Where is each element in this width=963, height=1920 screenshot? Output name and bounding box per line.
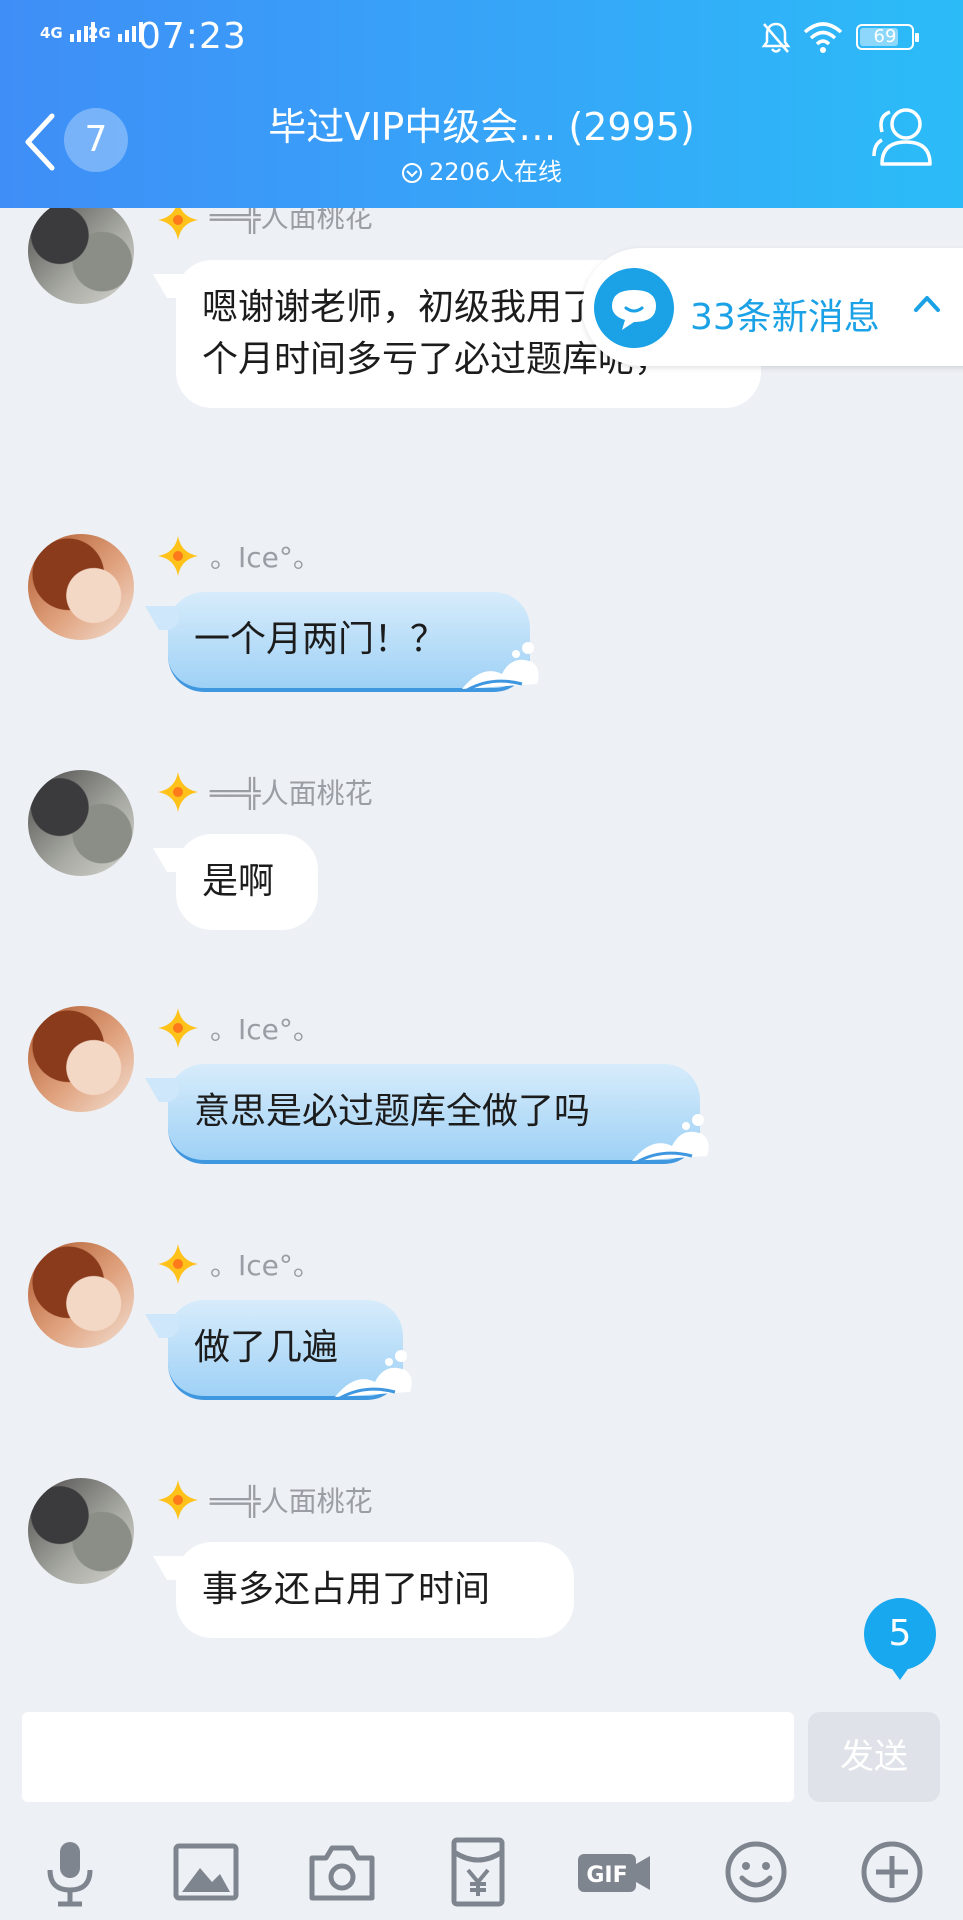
network-4g-label: 4G: [40, 24, 63, 42]
unread-count-badge: 7: [64, 108, 128, 172]
message-bubble[interactable]: 一个月两门！？: [168, 592, 539, 692]
chevron-up-icon: [914, 296, 940, 312]
member-badge-icon: [158, 208, 198, 240]
message-bubble[interactable]: 是啊: [176, 834, 318, 930]
emoji-icon[interactable]: [716, 1832, 796, 1912]
sender-name: ══╬人面桃花: [210, 1485, 373, 1518]
chevron-left-icon: [25, 113, 55, 171]
chat-header: 4G 2G 07:23 69 7 毕过VIP中级会… (2995) 2206人在…: [0, 0, 963, 208]
sender-name: 。Ice°。: [210, 541, 321, 574]
message-list[interactable]: ══╬人面桃花 嗯谢谢老师，初级我用了不到一个月时间多亏了必过题库呢， 。Ice…: [0, 208, 963, 1700]
message-text: 一个月两门！？: [194, 619, 447, 660]
unread-below-badge[interactable]: 5: [864, 1598, 936, 1680]
mute-bell-icon: [761, 22, 791, 53]
message-bubble[interactable]: 事多还占用了时间: [176, 1542, 574, 1638]
sender-name: ══╬人面桃花: [210, 777, 373, 810]
message-bubble[interactable]: 做了几遍: [168, 1300, 412, 1400]
camera-icon[interactable]: [302, 1832, 382, 1912]
sender-name: 。Ice°。: [210, 1249, 321, 1282]
image-icon[interactable]: [166, 1832, 246, 1912]
member-badge-icon: [158, 1480, 198, 1520]
battery-level: 69: [873, 26, 897, 47]
microphone-icon[interactable]: [30, 1832, 110, 1912]
avatar[interactable]: [28, 534, 134, 640]
chat-bubble-icon: [594, 268, 674, 348]
message-bubble[interactable]: 意思是必过题库全做了吗: [168, 1064, 709, 1164]
plus-icon[interactable]: [852, 1832, 932, 1912]
battery-icon: 69: [856, 24, 919, 50]
wifi-icon: [803, 22, 843, 53]
new-messages-label: 33条新消息: [690, 297, 880, 338]
message-input[interactable]: [22, 1712, 794, 1802]
status-bar: 4G 2G 07:23 69: [0, 0, 963, 80]
wave-decoration-icon: [335, 1350, 412, 1400]
avatar[interactable]: [28, 770, 134, 876]
group-title[interactable]: 毕过VIP中级会… (2995): [200, 96, 763, 151]
avatar[interactable]: [28, 1242, 134, 1348]
online-count: 2206人在线: [200, 152, 763, 187]
wave-decoration-icon: [632, 1114, 709, 1164]
sender-name: ══╬人面桃花: [210, 208, 373, 234]
avatar[interactable]: [28, 208, 134, 304]
message-text: 意思是必过题库全做了吗: [194, 1091, 591, 1132]
send-button[interactable]: 发送: [808, 1712, 940, 1802]
member-badge-icon: [158, 1008, 198, 1048]
back-button[interactable]: 7: [14, 104, 134, 184]
svg-text:GIF: GIF: [586, 1863, 627, 1888]
avatar[interactable]: [28, 1006, 134, 1112]
gif-icon[interactable]: GIF: [574, 1832, 654, 1912]
composer: 发送 GIF: [0, 1700, 963, 1920]
status-time: 07:23: [138, 16, 247, 57]
network-2g-label: 2G: [88, 24, 111, 42]
wave-decoration-icon: [462, 642, 539, 692]
member-badge-icon: [158, 536, 198, 576]
message-text: 做了几遍: [194, 1327, 339, 1368]
online-count-text: 2206人在线: [428, 158, 563, 186]
sender-name: 。Ice°。: [210, 1013, 321, 1046]
new-messages-banner[interactable]: 33条新消息: [582, 248, 963, 366]
online-check-icon: [401, 163, 422, 183]
avatar[interactable]: [28, 1478, 134, 1584]
member-badge-icon: [158, 772, 198, 812]
member-badge-icon: [158, 1244, 198, 1284]
group-members-icon[interactable]: [868, 104, 940, 170]
red-packet-icon[interactable]: [438, 1832, 518, 1912]
